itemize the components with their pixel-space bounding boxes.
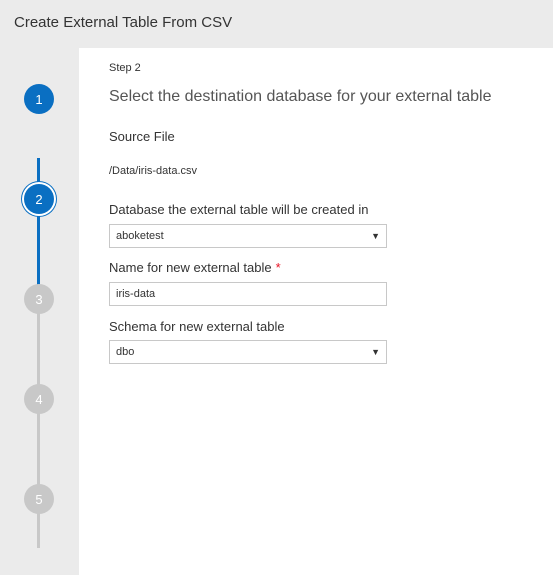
step-title: Select the destination database for your… bbox=[109, 88, 492, 105]
dialog-header: Create External Table From CSV bbox=[0, 0, 553, 48]
schema-label: Schema for new external table bbox=[109, 319, 285, 334]
step-5-indicator[interactable]: 5 bbox=[24, 484, 54, 514]
wizard-stepper: 1 2 3 4 5 bbox=[0, 48, 79, 575]
table-name-input[interactable] bbox=[109, 282, 387, 306]
step-3-indicator[interactable]: 3 bbox=[24, 284, 54, 314]
step-5-number: 5 bbox=[35, 491, 43, 507]
chevron-down-icon[interactable]: ▼ bbox=[371, 347, 380, 357]
dialog-title: Create External Table From CSV bbox=[14, 14, 233, 31]
source-file-path: /Data/iris-data.csv bbox=[109, 165, 198, 177]
database-select[interactable]: aboketest ▼ bbox=[109, 224, 387, 248]
table-name-label-text: Name for new external table bbox=[109, 260, 272, 275]
step-1-number: 1 bbox=[35, 91, 43, 107]
step-4-number: 4 bbox=[35, 391, 43, 407]
step-label: Step 2 bbox=[109, 62, 141, 74]
step-1-indicator[interactable]: 1 bbox=[24, 84, 54, 114]
source-file-heading: Source File bbox=[109, 129, 175, 144]
schema-select-value: dbo bbox=[116, 346, 135, 358]
required-marker: * bbox=[275, 260, 281, 275]
step-content: Step 2 Select the destination database f… bbox=[109, 48, 553, 575]
chevron-down-icon[interactable]: ▼ bbox=[371, 231, 380, 241]
database-select-value: aboketest bbox=[116, 230, 164, 242]
schema-select[interactable]: dbo ▼ bbox=[109, 340, 387, 364]
database-label: Database the external table will be crea… bbox=[109, 202, 369, 217]
step-3-number: 3 bbox=[35, 291, 43, 307]
step-2-number: 2 bbox=[35, 191, 43, 207]
table-name-label: Name for new external table * bbox=[109, 260, 281, 275]
stepper-track-completed bbox=[37, 158, 40, 296]
step-2-indicator[interactable]: 2 bbox=[24, 184, 54, 214]
step-4-indicator[interactable]: 4 bbox=[24, 384, 54, 414]
